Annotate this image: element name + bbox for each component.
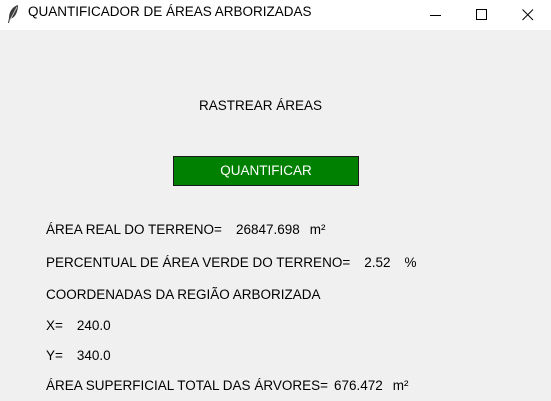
quantify-button[interactable]: QUANTIFICAR <box>173 156 359 186</box>
trees-value: 676.472 <box>333 378 383 393</box>
green-percent-result: PERCENTUAL DE ÁREA VERDE DO TERRENO= 2.52… <box>46 255 417 271</box>
feather-icon <box>8 5 18 23</box>
maximize-icon <box>476 9 487 20</box>
minimize-icon <box>430 15 441 16</box>
area-unit: m² <box>309 222 326 237</box>
area-result: ÁREA REAL DO TERRENO= 26847.698 m² <box>46 222 326 238</box>
heading-text: RASTREAR ÁREAS <box>198 98 323 113</box>
area-label: ÁREA REAL DO TERRENO= <box>46 222 222 237</box>
window-title: QUANTIFICADOR DE ÁREAS ARBORIZADAS <box>28 4 312 19</box>
y-value: 340.0 <box>76 348 111 363</box>
coords-heading: COORDENADAS DA REGIÃO ARBORIZADA <box>46 287 321 302</box>
title-bar: QUANTIFICADOR DE ÁREAS ARBORIZADAS <box>0 0 551 30</box>
x-value: 240.0 <box>76 318 111 333</box>
close-button[interactable] <box>505 0 551 30</box>
green-value: 2.52 <box>364 255 391 270</box>
green-unit: % <box>404 255 417 270</box>
trees-unit: m² <box>392 378 409 393</box>
y-label: Y= <box>46 348 63 363</box>
minimize-button[interactable] <box>413 0 459 30</box>
main-panel: RASTREAR ÁREAS QUANTIFICAR ÁREA REAL DO … <box>0 30 551 401</box>
close-icon <box>522 9 534 21</box>
x-label: X= <box>46 318 63 333</box>
area-value: 26847.698 <box>235 222 300 237</box>
trees-label: ÁREA SUPERFICIAL TOTAL DAS ÁRVORES= <box>46 378 328 393</box>
green-label: PERCENTUAL DE ÁREA VERDE DO TERRENO= <box>46 255 351 270</box>
trees-area-result: ÁREA SUPERFICIAL TOTAL DAS ÁRVORES= 676.4… <box>46 378 409 394</box>
y-coordinate: Y= 340.0 <box>46 348 111 364</box>
maximize-button[interactable] <box>459 0 505 30</box>
x-coordinate: X= 240.0 <box>46 318 111 334</box>
page-heading: RASTREAR ÁREAS <box>0 98 521 113</box>
